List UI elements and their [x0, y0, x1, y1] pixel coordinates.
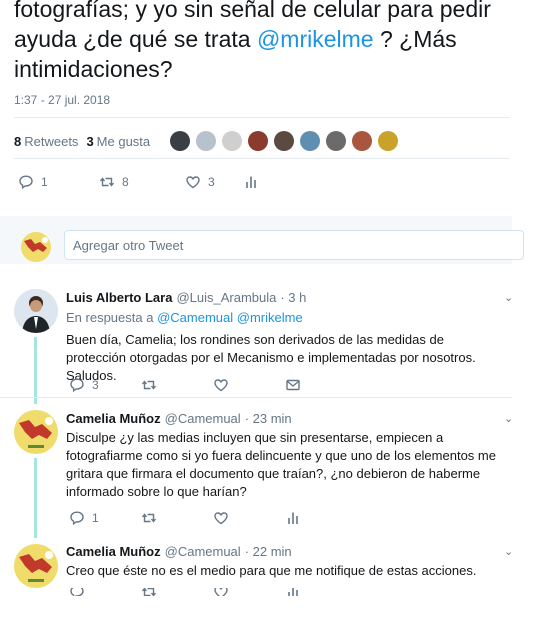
- reply-icon: [70, 378, 84, 393]
- analytics-button[interactable]: [285, 510, 301, 526]
- author-handle[interactable]: @Camemual: [165, 411, 241, 426]
- like-button[interactable]: [213, 510, 285, 526]
- reply-compose-area: Agregar otro Tweet: [0, 216, 524, 264]
- reply-count: 1: [41, 175, 48, 189]
- reply-header: Camelia Muñoz @Camemual · 23 min: [66, 411, 292, 426]
- heart-icon: [214, 379, 228, 392]
- liker-avatar[interactable]: [326, 131, 347, 151]
- reply-actions: 1: [69, 510, 301, 526]
- heart-icon: [186, 176, 200, 189]
- likes-label: Me gusta: [96, 133, 151, 149]
- reply-text: Disculpe ¿y las medias incluyen que sin …: [66, 430, 496, 499]
- mention-link-mrikelme[interactable]: @mrikelme: [237, 310, 303, 325]
- analytics-icon: [288, 512, 298, 524]
- user-avatar[interactable]: [21, 232, 51, 262]
- retweet-icon: [141, 513, 157, 523]
- chevron-down-icon[interactable]: ⌄: [504, 291, 513, 304]
- reply-to-prefix: En respuesta a: [66, 310, 154, 325]
- envelope-icon: [286, 379, 300, 391]
- author-name[interactable]: Camelia Muñoz: [66, 411, 161, 426]
- liker-avatar[interactable]: [274, 131, 295, 151]
- thread-line: [34, 458, 37, 538]
- liker-avatar[interactable]: [352, 131, 373, 151]
- analytics-button[interactable]: [243, 174, 259, 190]
- reply-button[interactable]: 1: [69, 510, 141, 526]
- like-button[interactable]: [213, 588, 285, 596]
- reply-text: Creo que éste no es el medio para que me…: [66, 563, 477, 578]
- like-button[interactable]: 3: [185, 174, 243, 190]
- reply-icon: [70, 588, 84, 596]
- reply-button[interactable]: 1: [18, 174, 99, 190]
- add-tweet-input[interactable]: Agregar otro Tweet: [64, 230, 524, 260]
- analytics-button[interactable]: [285, 588, 301, 596]
- retweet-button[interactable]: [141, 377, 213, 393]
- like-count: 3: [208, 175, 215, 189]
- liker-avatar[interactable]: [170, 131, 191, 151]
- author-name[interactable]: Luis Alberto Lara: [66, 290, 172, 305]
- mention-link-camemual[interactable]: @Camemual: [157, 310, 233, 325]
- reply-icon: [19, 175, 33, 190]
- author-avatar[interactable]: [14, 289, 58, 333]
- tweet-timestamp[interactable]: 1:37 - 27 jul. 2018: [14, 93, 110, 107]
- chevron-down-icon[interactable]: ⌄: [504, 412, 513, 425]
- reply-icon: [70, 511, 84, 526]
- author-handle[interactable]: @Camemual: [165, 544, 241, 559]
- reply-count: 3: [92, 378, 99, 392]
- tweet-stats: 8 Retweets 3 Me gusta: [14, 131, 404, 151]
- reply-time[interactable]: · 3 h: [280, 290, 306, 305]
- divider: [14, 158, 510, 159]
- retweet-icon: [141, 380, 157, 390]
- heart-icon: [214, 588, 228, 596]
- retweet-icon: [99, 177, 115, 187]
- retweet-icon: [141, 588, 157, 596]
- mention-link-mrikelme[interactable]: @mrikelme: [257, 26, 374, 52]
- dm-button[interactable]: [285, 377, 301, 393]
- main-tweet-text: fotografías; y yo sin señal de celular p…: [14, 0, 534, 84]
- author-avatar[interactable]: [14, 544, 58, 588]
- main-tweet-actions: 1 8 3: [18, 174, 259, 190]
- analytics-icon: [246, 176, 256, 188]
- reply-button[interactable]: 3: [69, 377, 141, 393]
- analytics-icon: [288, 588, 298, 596]
- reply-header: Luis Alberto Lara @Luis_Arambula · 3 h: [66, 290, 306, 305]
- reply-time[interactable]: · 23 min: [245, 411, 292, 426]
- reply-actions: 3: [69, 377, 301, 393]
- reply-time[interactable]: · 22 min: [245, 544, 292, 559]
- author-handle[interactable]: @Luis_Arambula: [176, 290, 276, 305]
- liker-avatar[interactable]: [300, 131, 321, 151]
- likers-avatars: [170, 131, 404, 151]
- retweet-button[interactable]: [141, 510, 213, 526]
- author-name[interactable]: Camelia Muñoz: [66, 544, 161, 559]
- retweet-button[interactable]: [141, 588, 213, 596]
- reply-actions: [69, 588, 301, 596]
- reply-header: Camelia Muñoz @Camemual · 22 min: [66, 544, 292, 559]
- liker-avatar[interactable]: [248, 131, 269, 151]
- chevron-down-icon[interactable]: ⌄: [504, 545, 513, 558]
- liker-avatar[interactable]: [222, 131, 243, 151]
- likes-stat[interactable]: 3 Me gusta: [86, 134, 150, 149]
- reply-to-line: En respuesta a @Camemual @mrikelme: [66, 310, 303, 325]
- retweets-count: 8: [14, 133, 22, 149]
- retweets-stat[interactable]: 8 Retweets: [14, 134, 78, 149]
- liker-avatar[interactable]: [196, 131, 217, 151]
- like-button[interactable]: [213, 377, 285, 393]
- reply-count: 1: [92, 511, 99, 525]
- heart-icon: [214, 512, 228, 525]
- author-avatar[interactable]: [14, 410, 58, 454]
- likes-count: 3: [86, 133, 94, 149]
- retweets-label: Retweets: [24, 133, 79, 149]
- liker-avatar[interactable]: [378, 131, 399, 151]
- reply-button[interactable]: [69, 588, 141, 596]
- thread-line: [34, 337, 37, 404]
- divider: [0, 397, 512, 398]
- divider: [14, 117, 510, 118]
- retweet-count: 8: [122, 175, 129, 189]
- retweet-button[interactable]: 8: [99, 174, 185, 190]
